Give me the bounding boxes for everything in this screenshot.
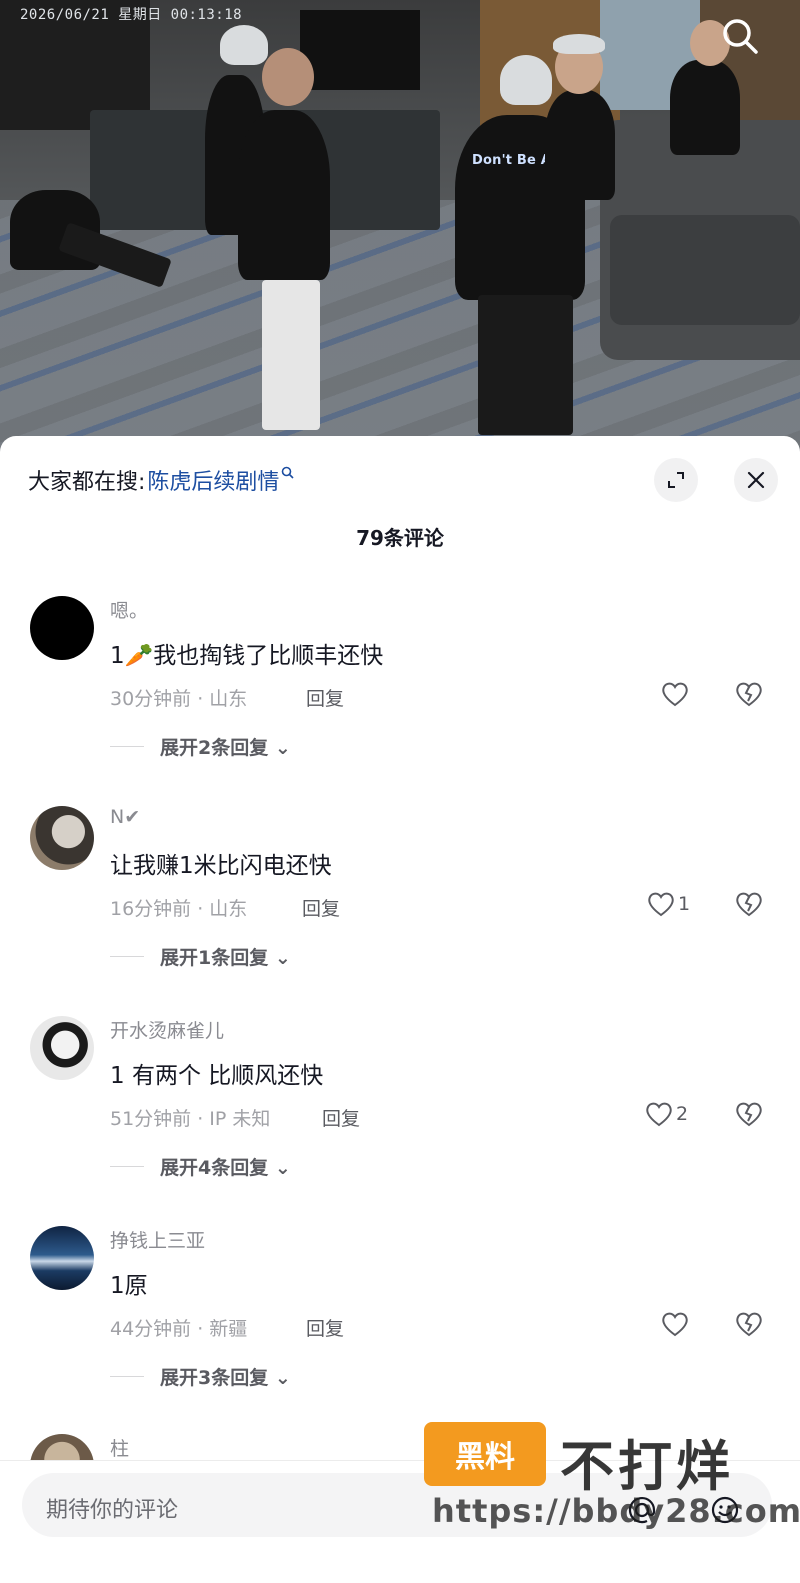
chevron-down-icon: ⌄ — [274, 737, 291, 759]
comment-text: 1 有两个 比顺风还快 — [110, 1063, 324, 1089]
comment-text: 1原 — [110, 1273, 148, 1299]
hot-search-keyword[interactable]: 陈虎后续剧情 — [147, 464, 279, 496]
monitor — [300, 10, 420, 90]
video-timestamp: 2026/06/21 星期日 00:13:18 — [20, 7, 243, 23]
comment-item: 嗯。 1🥕我也掏钱了比顺丰还快 30分钟前 · 山东 回复 展开2条回复 ⌄ — [0, 596, 800, 806]
chevron-down-icon: ⌄ — [274, 1367, 291, 1389]
comment-nickname[interactable]: 嗯。 — [110, 596, 148, 623]
like-count: 2 — [676, 1103, 689, 1125]
search-button[interactable] — [718, 14, 762, 58]
like-button[interactable]: 1 — [646, 890, 690, 918]
search-icon — [281, 466, 295, 483]
like-button[interactable] — [660, 680, 692, 708]
reply-button[interactable]: 回复 — [322, 1104, 360, 1131]
expand-replies[interactable]: 展开2条回复 ⌄ — [160, 733, 291, 760]
comment-text: 1🥕我也掏钱了比顺丰还快 — [110, 643, 384, 669]
heart-icon — [662, 1312, 688, 1337]
person-head — [262, 48, 314, 106]
divider — [110, 1376, 144, 1377]
comment-text: 让我赚1米比闪电还快 — [110, 853, 332, 879]
heart-icon — [646, 1102, 672, 1127]
person-hair — [220, 25, 268, 65]
person-on-sofa — [670, 60, 740, 155]
comment-meta: 44分钟前 · 新疆 — [110, 1318, 248, 1340]
person-hair — [553, 34, 605, 54]
divider — [110, 1166, 144, 1167]
close-button[interactable] — [734, 458, 778, 502]
person-pants — [262, 280, 320, 430]
broken-heart-icon — [736, 892, 762, 917]
comment-composer: 期待你的评论 — [0, 1460, 800, 1583]
comment-item: N✔ 让我赚1米比闪电还快 16分钟前 · 山东 回复 1 展开1条回复 ⌄ — [0, 806, 800, 1016]
person-white-pants — [238, 110, 330, 280]
at-button[interactable] — [627, 1495, 657, 1525]
chevron-down-icon: ⌄ — [274, 947, 291, 969]
comment-nickname[interactable]: 挣钱上三亚 — [110, 1226, 205, 1253]
avatar[interactable] — [30, 806, 94, 870]
chevron-down-icon: ⌄ — [274, 1157, 291, 1179]
comment-nickname[interactable]: N✔ — [110, 806, 140, 828]
expand-replies[interactable]: 展开1条回复 ⌄ — [160, 943, 291, 970]
expand-replies-label: 展开3条回复 — [160, 1367, 269, 1389]
dislike-button[interactable] — [734, 890, 764, 922]
comment-nickname[interactable]: 开水烫麻雀儿 — [110, 1016, 224, 1043]
reply-button[interactable]: 回复 — [302, 894, 340, 921]
person-pants — [478, 295, 573, 435]
comment-meta: 30分钟前 · 山东 — [110, 688, 248, 710]
person-hair — [500, 55, 552, 105]
expand-replies-label: 展开2条回复 — [160, 737, 269, 759]
avatar[interactable] — [30, 1226, 94, 1290]
person-facing — [545, 90, 615, 200]
comment-meta: 51分钟前 · IP 未知 — [110, 1108, 271, 1130]
avatar[interactable] — [30, 596, 94, 660]
hot-search-label: 大家都在搜: — [28, 470, 146, 495]
expand-replies-label: 展开1条回复 — [160, 947, 269, 969]
close-icon — [747, 471, 765, 489]
expand-replies[interactable]: 展开3条回复 ⌄ — [160, 1363, 291, 1390]
dislike-button[interactable] — [734, 680, 764, 712]
like-button[interactable]: 2 — [644, 1100, 688, 1128]
divider — [110, 746, 144, 747]
broken-heart-icon — [736, 1102, 762, 1127]
sofa-seat — [610, 215, 800, 325]
expand-replies-label: 展开4条回复 — [160, 1157, 269, 1179]
like-button[interactable] — [660, 1310, 692, 1338]
expand-icon — [668, 472, 684, 488]
comment-input[interactable]: 期待你的评论 — [22, 1473, 772, 1537]
hot-search-bar[interactable]: 大家都在搜: 陈虎后续剧情 — [28, 464, 295, 496]
emoji-icon — [711, 1496, 739, 1524]
comment-meta: 16分钟前 · 山东 — [110, 898, 248, 920]
comment-input-placeholder: 期待你的评论 — [46, 1498, 179, 1523]
emoji-button[interactable] — [710, 1495, 740, 1525]
comment-item: 挣钱上三亚 1原 44分钟前 · 新疆 回复 展开3条回复 ⌄ — [0, 1226, 800, 1436]
heart-icon — [662, 682, 688, 707]
avatar[interactable] — [30, 1016, 94, 1080]
like-count: 1 — [678, 893, 691, 915]
dislike-button[interactable] — [734, 1310, 764, 1342]
video-player[interactable]: Don't Be Afraid 2026/06/21 星期日 00:13:18 — [0, 0, 800, 460]
expand-replies[interactable]: 展开4条回复 ⌄ — [160, 1153, 291, 1180]
heart-icon — [648, 892, 674, 917]
comment-count: 79条评论 — [356, 526, 444, 550]
broken-heart-icon — [736, 682, 762, 707]
expand-button[interactable] — [654, 458, 698, 502]
comment-sheet: 大家都在搜: 陈虎后续剧情 79条评论 嗯。 1🥕我也掏钱了比顺丰还快 30分钟… — [0, 436, 800, 1583]
at-icon — [628, 1497, 656, 1524]
comment-item: 开水烫麻雀儿 1 有两个 比顺风还快 51分钟前 · IP 未知 回复 2 展开… — [0, 1016, 800, 1226]
search-icon — [723, 19, 758, 54]
dislike-button[interactable] — [734, 1100, 764, 1132]
broken-heart-icon — [736, 1312, 762, 1337]
comment-nickname[interactable]: 柱 — [110, 1434, 129, 1461]
reply-button[interactable]: 回复 — [306, 684, 344, 711]
divider — [110, 956, 144, 957]
reply-button[interactable]: 回复 — [306, 1314, 344, 1341]
